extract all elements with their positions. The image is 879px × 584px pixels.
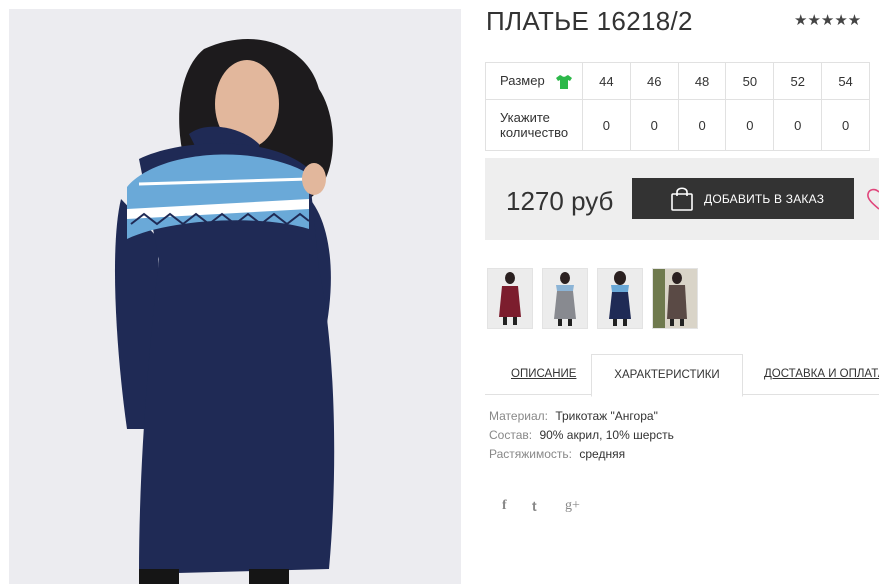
size-option[interactable]: 50 bbox=[725, 62, 775, 100]
quantity-input[interactable]: 0 bbox=[629, 99, 679, 151]
thumbnail-image bbox=[653, 269, 697, 328]
size-chart-icon[interactable] bbox=[556, 74, 573, 89]
size-option[interactable]: 48 bbox=[677, 62, 727, 100]
product-photo-illustration bbox=[9, 9, 461, 584]
tab-description[interactable]: ОПИСАНИЕ bbox=[511, 354, 576, 395]
tab-characteristics[interactable]: ХАРАКТЕРИСТИКИ bbox=[591, 354, 743, 397]
price: 1270 руб bbox=[506, 186, 614, 216]
spec-stretch: Растяжимость: средняя bbox=[489, 447, 625, 461]
add-to-order-button[interactable]: ДОБАВИТЬ В ЗАКАЗ bbox=[632, 178, 854, 219]
spec-composition: Состав: 90% акрил, 10% шерсть bbox=[489, 428, 674, 442]
product-tabs: ОПИСАНИЕ ХАРАКТЕРИСТИКИ ДОСТАВКА И ОПЛАТ… bbox=[485, 354, 879, 397]
add-to-order-label: ДОБАВИТЬ В ЗАКАЗ bbox=[704, 192, 825, 206]
twitter-icon[interactable]: t bbox=[532, 498, 537, 514]
spec-stretch-label: Растяжимость: bbox=[489, 447, 573, 461]
quantity-input[interactable]: 0 bbox=[677, 99, 727, 151]
spec-composition-value: 90% акрил, 10% шерсть bbox=[539, 428, 674, 442]
size-label: Размер bbox=[500, 73, 545, 89]
spec-material: Материал: Трикотаж "Ангора" bbox=[489, 409, 658, 423]
spec-stretch-value: средняя bbox=[579, 447, 626, 461]
shopping-bag-icon bbox=[671, 187, 693, 211]
product-photo[interactable] bbox=[9, 9, 461, 584]
spec-composition-label: Состав: bbox=[489, 428, 533, 442]
thumbnail-image bbox=[598, 269, 642, 328]
facebook-icon[interactable]: f bbox=[502, 498, 507, 514]
quantity-label: Укажите количество bbox=[485, 99, 583, 151]
quantity-input[interactable]: 0 bbox=[725, 99, 775, 151]
size-row: Размер 44 46 48 50 52 54 bbox=[485, 62, 870, 100]
thumbnail-burgundy[interactable] bbox=[487, 268, 533, 329]
quantity-row: Укажите количество 0 0 0 0 0 0 bbox=[485, 99, 870, 151]
size-table: Размер 44 46 48 50 52 54 Укажите количес… bbox=[485, 62, 870, 151]
thumbnail-navy[interactable] bbox=[597, 268, 643, 329]
size-option[interactable]: 46 bbox=[629, 62, 679, 100]
thumbnail-grey[interactable] bbox=[542, 268, 588, 329]
thumbnail-image bbox=[543, 269, 587, 328]
product-title: ПЛАТЬЕ 16218/2 bbox=[486, 6, 693, 36]
spec-material-label: Материал: bbox=[489, 409, 548, 423]
thumbnail-brown[interactable] bbox=[652, 268, 698, 329]
thumbnail-image bbox=[488, 269, 532, 328]
size-option[interactable]: 54 bbox=[821, 62, 870, 100]
size-option[interactable]: 44 bbox=[582, 62, 631, 100]
size-label-cell: Размер bbox=[485, 62, 583, 100]
googleplus-icon[interactable]: g+ bbox=[565, 498, 580, 514]
quantity-input[interactable]: 0 bbox=[582, 99, 631, 151]
quantity-input[interactable]: 0 bbox=[773, 99, 823, 151]
size-option[interactable]: 52 bbox=[773, 62, 823, 100]
price-panel: 1270 руб ДОБАВИТЬ В ЗАКАЗ bbox=[485, 158, 879, 240]
tab-delivery-payment[interactable]: ДОСТАВКА И ОПЛАТА bbox=[764, 354, 879, 395]
rating-stars[interactable]: ★★★★★ bbox=[794, 11, 861, 29]
quantity-input[interactable]: 0 bbox=[821, 99, 870, 151]
favorite-heart-icon[interactable] bbox=[865, 188, 879, 210]
spec-material-value: Трикотаж "Ангора" bbox=[555, 409, 658, 423]
